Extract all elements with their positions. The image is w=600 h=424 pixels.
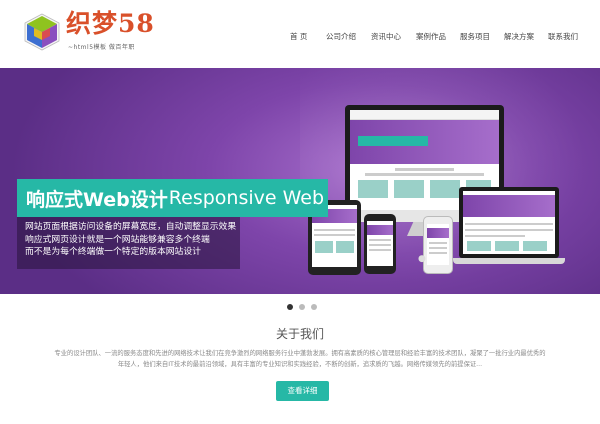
- apple-logo-icon: ●: [418, 254, 426, 264]
- nav-services[interactable]: 服务项目: [460, 31, 490, 42]
- carousel-dot-1[interactable]: [287, 304, 293, 310]
- banner-headline: 响应式Web设计 Responsive Web: [17, 179, 328, 217]
- nav-cases[interactable]: 案例作品: [416, 31, 446, 42]
- phone-device-right: [423, 216, 453, 274]
- about-body-line: 专业的设计团队、一流的服务态度和先进的网络技术让我们在竞争激烈的网络服务行业中蓬…: [54, 350, 546, 357]
- about-title: 关于我们: [275, 327, 324, 341]
- desc-line: 响应式网页设计就是一个网站能够兼容多个终端: [25, 234, 210, 245]
- headline-cn: 响应式Web设计: [26, 188, 168, 211]
- logo-text[interactable]: 织梦58: [66, 10, 155, 38]
- nav-news[interactable]: 资讯中心: [371, 31, 401, 42]
- about-body-line: 年轻人，他们来自IT技术的最前沿领域，具有丰富的专业知识和实践经验，不断的创新，…: [117, 361, 483, 368]
- nav-solutions[interactable]: 解决方案: [504, 31, 534, 42]
- logo-tagline: ~html5模板 做百年职: [68, 44, 135, 51]
- phone-device-left: [364, 214, 396, 274]
- laptop-device: [453, 187, 565, 273]
- banner-description: 网站页面根据访问设备的屏幕宽度，自动调整显示效果 响应式网页设计就是一个网站能够…: [17, 217, 240, 269]
- desc-line: 而不是为每个终端做一个特定的版本网站设计: [25, 247, 201, 257]
- nav-contact[interactable]: 联系我们: [548, 31, 578, 42]
- about-body: 专业的设计团队、一流的服务态度和先进的网络技术让我们在竞争激烈的网络服务行业中蓬…: [20, 348, 580, 370]
- headline-en: Responsive Web: [168, 187, 325, 209]
- cube-logo-icon[interactable]: [22, 12, 62, 52]
- site-header: 织梦58 ~html5模板 做百年职 首 页 公司介绍 资讯中心 案例作品 服务…: [0, 0, 600, 68]
- nav-company[interactable]: 公司介绍: [326, 31, 356, 42]
- hero-banner[interactable]: ● 响应式Web设计 Responsive Web 网站页面根据访问设备的屏幕宽…: [0, 68, 600, 294]
- carousel-dot-3[interactable]: [311, 304, 317, 310]
- desc-line: 网站页面根据访问设备的屏幕宽度，自动调整显示效果: [25, 222, 237, 232]
- nav-home[interactable]: 首 页: [290, 31, 307, 42]
- view-details-button[interactable]: 查看详细: [276, 381, 329, 401]
- carousel-dot-2[interactable]: [299, 304, 305, 310]
